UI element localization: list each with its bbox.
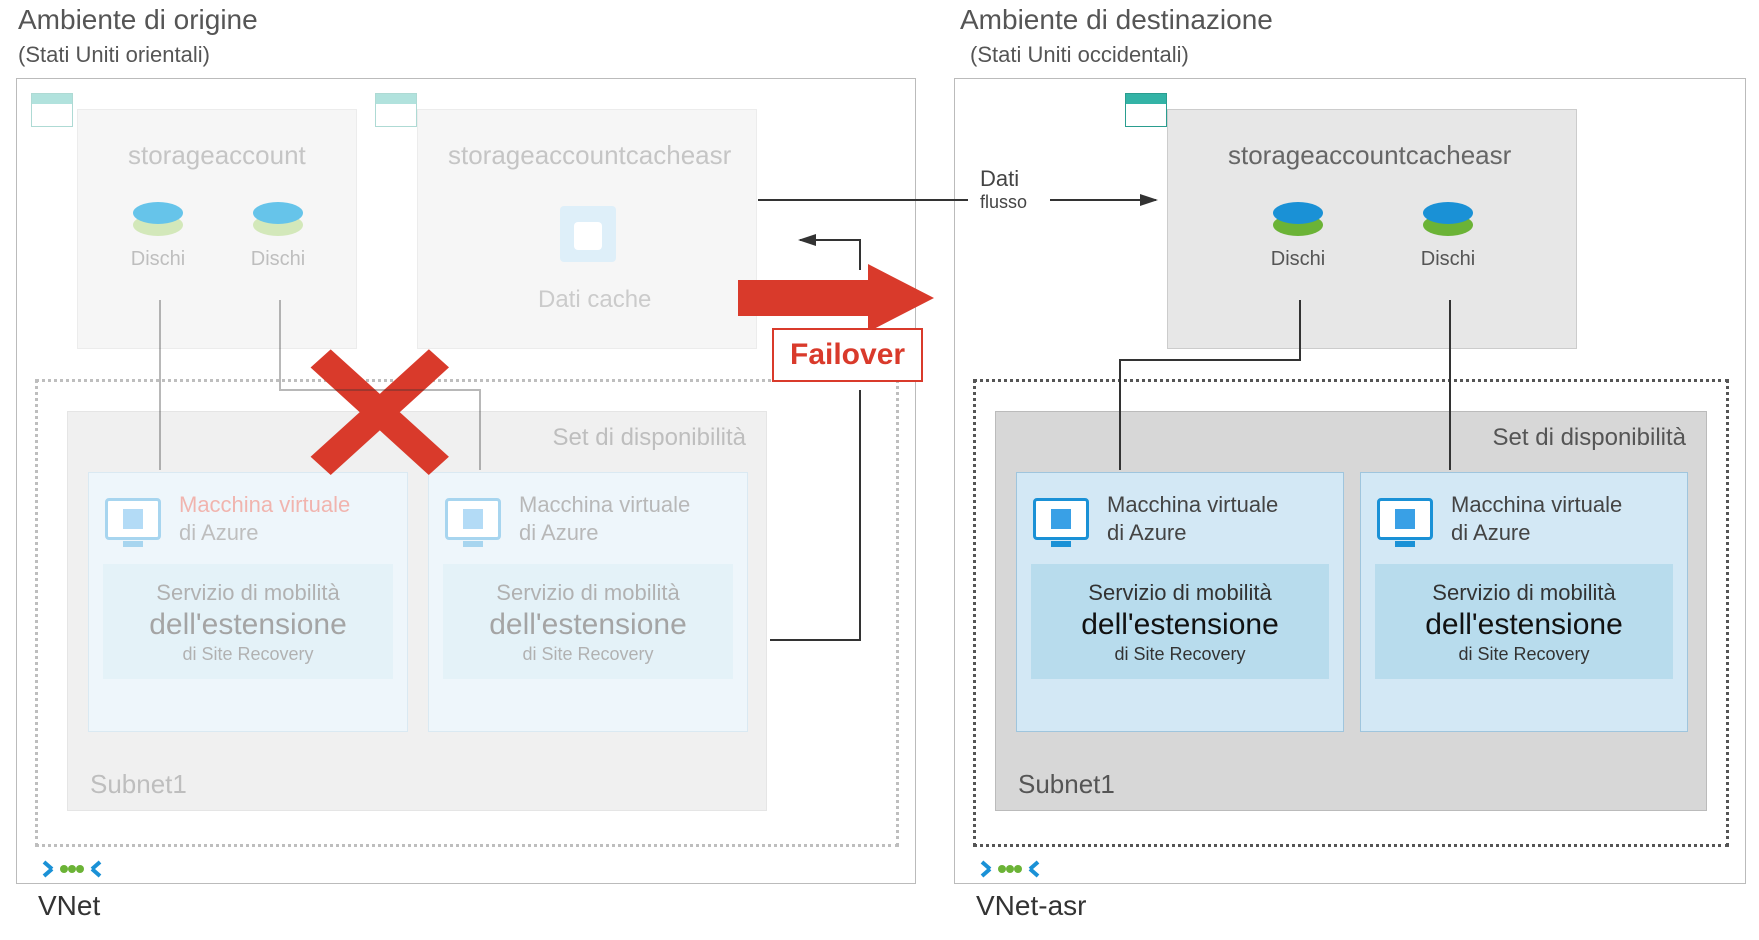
source-env-title: Ambiente di origine xyxy=(18,4,258,36)
source-vm2-title: Macchina virtuale di Azure xyxy=(519,491,690,546)
source-env-subtitle: (Stati Uniti orientali) xyxy=(18,42,210,68)
source-vnet-label: VNet xyxy=(38,890,100,922)
target-env-subtitle: (Stati Uniti occidentali) xyxy=(970,42,1189,68)
target-environment: storageaccountcacheasr Dischi Dischi Set… xyxy=(954,78,1746,884)
target-vm2-title: Macchina virtuale di Azure xyxy=(1451,491,1622,546)
failover-label: Failover xyxy=(772,328,923,382)
source-storage-name: storageaccount xyxy=(128,140,306,171)
vm-icon xyxy=(105,498,161,540)
source-availability-set: Set di disponibilità Macchina virtuale d… xyxy=(67,411,767,811)
source-storage-cache: storageaccountcacheasr Dati cache xyxy=(417,109,757,349)
vm-icon xyxy=(1377,498,1433,540)
source-availability-title: Set di disponibilità xyxy=(553,424,746,452)
disk-label: Dischi xyxy=(248,248,308,271)
target-availability-set: Set di disponibilità Macchina virtuale d… xyxy=(995,411,1707,811)
data-flow-label: Dati flusso xyxy=(980,166,1027,213)
source-subnet-label: Subnet1 xyxy=(90,769,187,800)
disk-label: Dischi xyxy=(1418,248,1478,271)
vm-icon xyxy=(445,498,501,540)
target-availability-title: Set di disponibilità xyxy=(1493,424,1686,452)
vm-icon xyxy=(1033,498,1089,540)
vnet-icon xyxy=(980,854,1040,884)
target-vm1-title: Macchina virtuale di Azure xyxy=(1107,491,1278,546)
source-cache-name: storageaccountcacheasr xyxy=(448,140,731,171)
cache-data-icon xyxy=(560,206,616,262)
target-vm2-extension: Servizio di mobilità dell'estensione di … xyxy=(1375,564,1673,679)
storage-account-icon xyxy=(31,93,73,127)
disk-icon: Dischi xyxy=(1418,202,1478,271)
source-vm-1: Macchina virtuale di Azure Servizio di m… xyxy=(88,472,408,732)
target-vm1-extension: Servizio di mobilità dell'estensione di … xyxy=(1031,564,1329,679)
disk-icon: Dischi xyxy=(128,202,188,271)
target-cache-name: storageaccountcacheasr xyxy=(1228,140,1511,171)
disk-label: Dischi xyxy=(1268,248,1328,271)
target-env-title: Ambiente di destinazione xyxy=(960,4,1273,36)
vnet-icon xyxy=(42,854,102,884)
target-vm-2: Macchina virtuale di Azure Servizio di m… xyxy=(1360,472,1688,732)
storage-cache-icon xyxy=(1125,93,1167,127)
target-vm-1: Macchina virtuale di Azure Servizio di m… xyxy=(1016,472,1344,732)
target-storage-cache: storageaccountcacheasr Dischi Dischi xyxy=(1167,109,1577,349)
storage-cache-icon xyxy=(375,93,417,127)
source-vm1-title: Macchina virtuale di Azure xyxy=(179,491,350,546)
source-vm2-extension: Servizio di mobilità dell'estensione di … xyxy=(443,564,733,679)
cache-label: Dati cache xyxy=(538,286,651,314)
source-vm-2: Macchina virtuale di Azure Servizio di m… xyxy=(428,472,748,732)
source-storage-account: storageaccount Dischi Dischi xyxy=(77,109,357,349)
target-subnet-label: Subnet1 xyxy=(1018,769,1115,800)
disk-label: Dischi xyxy=(128,248,188,271)
disk-icon: Dischi xyxy=(248,202,308,271)
disk-icon: Dischi xyxy=(1268,202,1328,271)
source-environment: storageaccount Dischi Dischi storageacco… xyxy=(16,78,916,884)
target-vnet-label: VNet-asr xyxy=(976,890,1086,922)
source-vm1-extension: Servizio di mobilità dell'estensione di … xyxy=(103,564,393,679)
